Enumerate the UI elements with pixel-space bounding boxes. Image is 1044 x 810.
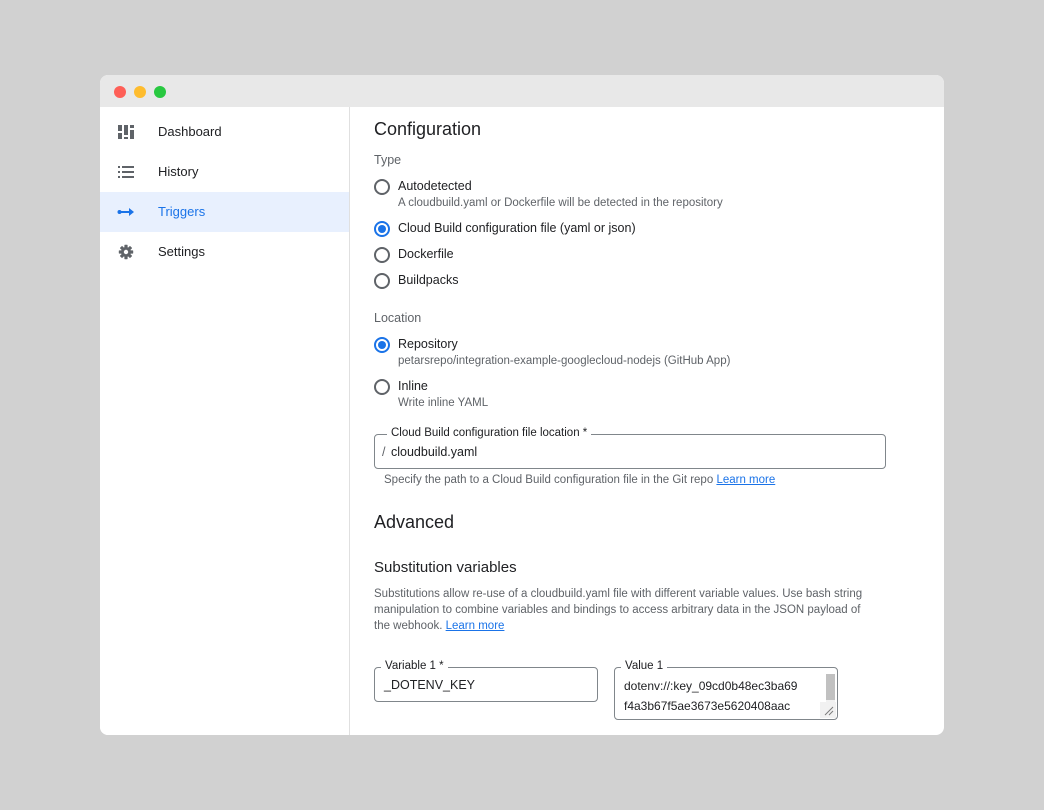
learn-more-link[interactable]: Learn more: [446, 620, 505, 632]
field-label: Variable 1 *: [381, 660, 448, 672]
value-1-field[interactable]: Value 1 dotenv://:key_09cd0b48ec3ba69 f4…: [614, 660, 838, 720]
description-line: manipulation to combine variables and bi…: [374, 604, 861, 616]
sidebar-item-label: Dashboard: [158, 124, 222, 139]
sidebar-item-triggers[interactable]: Triggers: [100, 192, 349, 232]
description-text: the webhook.: [374, 620, 443, 632]
resize-handle-icon[interactable]: [820, 702, 836, 718]
radio-label: Dockerfile: [398, 247, 454, 261]
minimize-window-button[interactable]: [134, 86, 146, 98]
type-option-cloud-build-config[interactable]: Cloud Build configuration file (yaml or …: [374, 221, 894, 239]
textarea-line: f4a3b67f5ae3673e5620408aac: [624, 699, 791, 713]
radio-label: Inline: [398, 379, 428, 393]
description-line: the webhook. Learn more: [374, 618, 894, 634]
sidebar-item-dashboard[interactable]: Dashboard: [100, 112, 349, 152]
location-label: Location: [374, 311, 422, 325]
radio-label: Buildpacks: [398, 273, 459, 287]
substitution-description: Substitutions allow re-use of a cloudbui…: [374, 586, 894, 634]
radio-label: Autodetected: [398, 179, 472, 193]
path-prefix: /: [382, 445, 386, 459]
variable-1-field[interactable]: Variable 1 * _DOTENV_KEY: [374, 660, 598, 702]
radio-button-selected[interactable]: [374, 337, 390, 353]
inline-help-text: Write inline YAML: [398, 397, 489, 409]
radio-button[interactable]: [374, 379, 390, 395]
app-window: Dashboard History Triggers Settings Conf…: [100, 75, 944, 735]
gear-icon: [118, 244, 134, 260]
description-line: Substitutions allow re-use of a cloudbui…: [374, 588, 863, 600]
radio-button-selected[interactable]: [374, 221, 390, 237]
sidebar-item-history[interactable]: History: [100, 152, 349, 192]
repository-help-text: petarsrepo/integration-example-googleclo…: [398, 355, 731, 367]
dashboard-icon: [118, 125, 134, 139]
autodetected-help-text: A cloudbuild.yaml or Dockerfile will be …: [398, 197, 723, 209]
substitution-variables-heading: Substitution variables: [374, 559, 517, 576]
radio-button[interactable]: [374, 247, 390, 263]
type-option-dockerfile[interactable]: Dockerfile: [374, 247, 894, 265]
hint-text: Specify the path to a Cloud Build config…: [384, 474, 714, 486]
sidebar-item-label: Settings: [158, 244, 205, 259]
field-label: Cloud Build configuration file location …: [387, 427, 592, 439]
type-option-autodetected[interactable]: Autodetected: [374, 179, 894, 197]
list-icon: [118, 166, 134, 178]
type-label: Type: [374, 153, 402, 167]
radio-button[interactable]: [374, 273, 390, 289]
title-bar: [100, 75, 944, 107]
learn-more-link[interactable]: Learn more: [716, 474, 775, 486]
sidebar-item-label: Triggers: [158, 204, 206, 219]
scrollbar-thumb[interactable]: [826, 674, 835, 700]
sidebar-item-settings[interactable]: Settings: [100, 232, 349, 272]
sidebar: Dashboard History Triggers Settings: [100, 107, 350, 735]
radio-label: Repository: [398, 337, 458, 351]
config-file-location-hint: Specify the path to a Cloud Build config…: [384, 474, 775, 486]
triggers-arrow-icon: [117, 208, 134, 216]
sidebar-item-label: History: [158, 164, 199, 179]
config-file-location-input[interactable]: cloudbuild.yaml: [391, 445, 477, 459]
location-option-repository[interactable]: Repository: [374, 337, 894, 355]
main-content: Configuration Type Autodetected A cloudb…: [350, 107, 944, 735]
textarea-line: dotenv://:key_09cd0b48ec3ba69: [624, 679, 798, 693]
radio-button[interactable]: [374, 179, 390, 195]
location-option-inline[interactable]: Inline: [374, 379, 894, 397]
close-window-button[interactable]: [114, 86, 126, 98]
advanced-heading: Advanced: [374, 512, 455, 532]
radio-label: Cloud Build configuration file (yaml or …: [398, 221, 636, 235]
variable-1-input[interactable]: _DOTENV_KEY: [384, 678, 475, 692]
field-label: Value 1: [621, 660, 668, 672]
value-1-textarea[interactable]: dotenv://:key_09cd0b48ec3ba69 f4a3b67f5a…: [624, 676, 797, 716]
maximize-window-button[interactable]: [154, 86, 166, 98]
configuration-heading: Configuration: [374, 119, 482, 139]
config-file-location-field[interactable]: Cloud Build configuration file location …: [374, 427, 886, 469]
type-option-buildpacks[interactable]: Buildpacks: [374, 273, 894, 291]
